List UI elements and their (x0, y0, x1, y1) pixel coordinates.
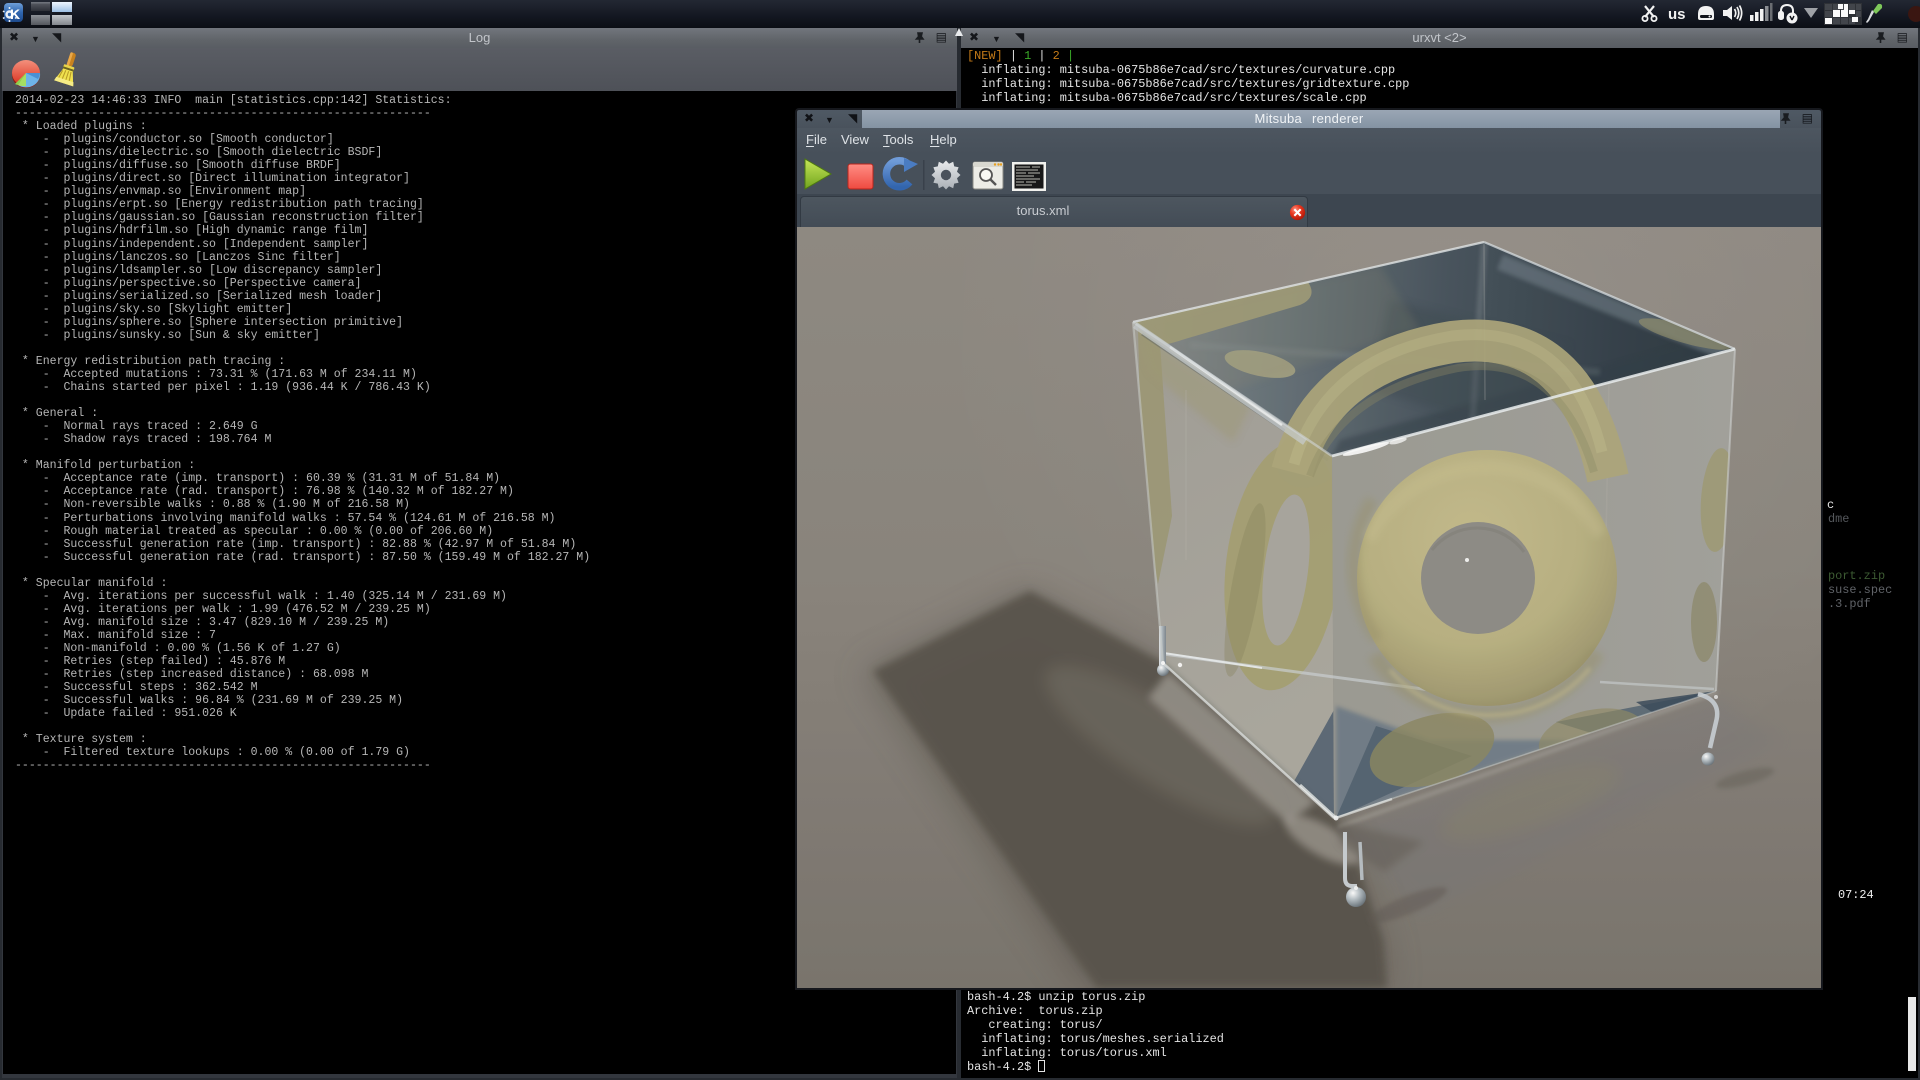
svg-text:us: us (1668, 6, 1686, 23)
svg-text:K: K (10, 6, 20, 22)
